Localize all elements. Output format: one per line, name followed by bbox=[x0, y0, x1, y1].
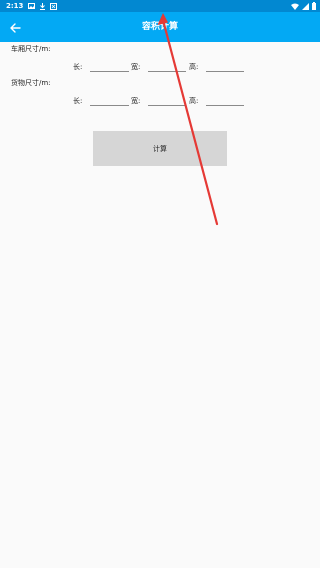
container-length-label: 长: bbox=[73, 63, 83, 71]
cargo-width-input[interactable] bbox=[148, 97, 186, 106]
container-length-input[interactable] bbox=[90, 63, 129, 72]
image-icon bbox=[28, 3, 35, 9]
status-bar: 2:13 bbox=[0, 0, 320, 12]
container-height-label: 高: bbox=[189, 63, 199, 71]
container-width-label: 宽: bbox=[131, 63, 141, 71]
cargo-size-label: 货物尺寸/m: bbox=[11, 79, 51, 87]
cargo-length-input[interactable] bbox=[90, 97, 129, 106]
calculate-button[interactable]: 计算 bbox=[93, 131, 227, 166]
status-time: 2:13 bbox=[6, 2, 24, 10]
container-height-input[interactable] bbox=[206, 63, 244, 72]
notification-icon bbox=[50, 2, 57, 10]
download-icon bbox=[39, 2, 46, 10]
page-title: 容积计算 bbox=[141, 22, 178, 32]
container-size-label: 车厢尺寸/m: bbox=[11, 45, 51, 53]
cargo-height-label: 高: bbox=[189, 97, 199, 105]
cargo-height-input[interactable] bbox=[206, 97, 244, 106]
app-bar: 容积计算 bbox=[0, 12, 320, 42]
cargo-length-label: 长: bbox=[73, 97, 83, 105]
cargo-width-label: 宽: bbox=[131, 97, 141, 105]
container-width-input[interactable] bbox=[148, 63, 186, 72]
